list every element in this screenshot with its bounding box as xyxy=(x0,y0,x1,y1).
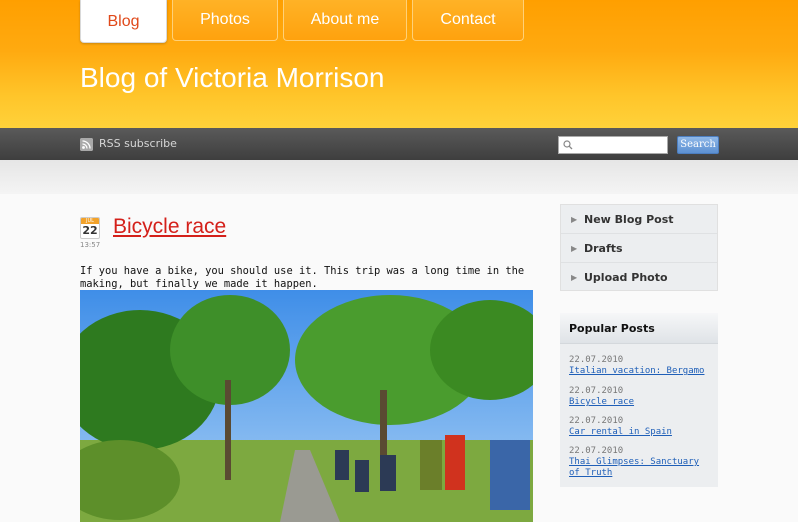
popular-post-link[interactable]: Thai Glimpses: Sanctuary of Truth xyxy=(569,457,714,479)
list-item: 22.07.2010 Car rental in Spain xyxy=(569,416,714,438)
popular-posts-title: Popular Posts xyxy=(560,313,718,344)
post-time: 13:57 xyxy=(80,241,101,249)
popular-post-date: 22.07.2010 xyxy=(569,355,624,365)
popular-post-link[interactable]: Car rental in Spain xyxy=(569,427,714,438)
date-badge-day: 22 xyxy=(82,224,98,237)
arrow-right-icon: ▶ xyxy=(571,215,578,224)
list-item: 22.07.2010 Bicycle race xyxy=(569,386,714,408)
sidebar-item-label: Drafts xyxy=(584,242,623,255)
popular-post-date: 22.07.2010 xyxy=(569,446,624,456)
search-icon xyxy=(563,140,573,150)
arrow-right-icon: ▶ xyxy=(571,244,578,253)
post-text: If you have a bike, you should use it. T… xyxy=(80,265,525,290)
tab-blog[interactable]: Blog xyxy=(80,0,167,43)
header-shadow xyxy=(0,160,798,194)
search-input[interactable] xyxy=(576,138,664,152)
post-title-link[interactable]: Bicycle race xyxy=(113,215,226,239)
sidebar-item-drafts[interactable]: ▶ Drafts xyxy=(561,234,717,263)
popular-post-link[interactable]: Italian vacation: Bergamo xyxy=(569,366,714,377)
sidebar-item-label: Upload Photo xyxy=(584,271,668,284)
sidebar-item-upload-photo[interactable]: ▶ Upload Photo xyxy=(561,263,717,292)
tab-about-me[interactable]: About me xyxy=(283,0,407,41)
arrow-right-icon: ▶ xyxy=(571,273,578,282)
tab-photos[interactable]: Photos xyxy=(172,0,278,41)
search-button[interactable]: Search xyxy=(677,136,719,154)
popular-post-date: 22.07.2010 xyxy=(569,386,624,396)
tab-contact[interactable]: Contact xyxy=(412,0,524,41)
sidebar-item-new-blog-post[interactable]: ▶ New Blog Post xyxy=(561,205,717,234)
site-title: Blog of Victoria Morrison xyxy=(80,62,385,93)
post-image xyxy=(80,290,533,522)
popular-post-link[interactable]: Bicycle race xyxy=(569,397,714,408)
list-item: 22.07.2010 Italian vacation: Bergamo xyxy=(569,355,714,377)
date-badge: JUL 22 xyxy=(80,217,100,239)
sidebar-menu: ▶ New Blog Post ▶ Drafts ▶ Upload Photo xyxy=(560,204,718,291)
popular-post-date: 22.07.2010 xyxy=(569,416,624,426)
list-item: 22.07.2010 Thai Glimpses: Sanctuary of T… xyxy=(569,446,714,479)
rss-icon[interactable] xyxy=(80,138,93,151)
popular-posts: Popular Posts 22.07.2010 Italian vacatio… xyxy=(560,313,718,487)
search-box[interactable] xyxy=(558,136,668,154)
rss-subscribe-link[interactable]: RSS subscribe xyxy=(99,137,177,150)
sidebar-item-label: New Blog Post xyxy=(584,213,674,226)
